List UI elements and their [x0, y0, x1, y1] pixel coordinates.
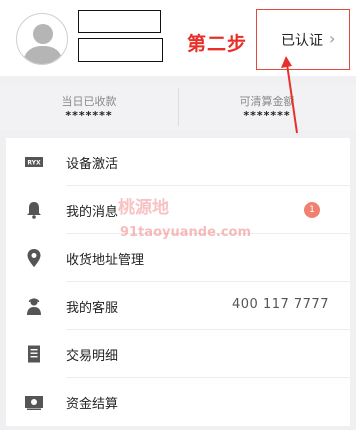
service-phone-number[interactable]: 400 117 7777: [232, 297, 329, 312]
avatar[interactable]: [16, 13, 68, 65]
chevron-right-icon: ›: [329, 29, 336, 48]
stat-value: *******: [243, 109, 291, 122]
redacted-name-box: [78, 10, 161, 33]
menu-item-device-activation[interactable]: RYX 设备激活: [6, 138, 350, 186]
verified-label: 已认证: [281, 33, 323, 49]
stat-caption: 可清算金额: [239, 95, 295, 108]
annotation-step-label: 第二步: [187, 33, 248, 55]
menu-item-transactions[interactable]: 交易明细: [6, 330, 350, 378]
menu-item-address[interactable]: 收货地址管理: [6, 234, 350, 282]
stat-value: *******: [65, 109, 113, 122]
stat-clearable-amount[interactable]: 可清算金额 *******: [178, 84, 356, 130]
profile-header: 第二步 已认证 ›: [0, 0, 356, 76]
menu-item-label: 资金结算: [66, 397, 119, 412]
menu-item-label: 设备激活: [66, 157, 119, 172]
menu-item-label: 收货地址管理: [66, 253, 145, 268]
menu-item-settlement[interactable]: 资金结算: [6, 378, 350, 426]
location-pin-icon: [27, 249, 41, 267]
watermark-text: 桃源地: [118, 198, 169, 218]
document-icon: [28, 345, 40, 363]
menu-list: RYX 设备激活 我的消息 1 收货地址管理 我的客服 400 117 7777: [6, 138, 350, 426]
svg-text:RYX: RYX: [27, 160, 41, 167]
unread-badge: 1: [304, 202, 320, 218]
menu-item-label: 我的消息: [66, 205, 119, 220]
menu-item-label: 交易明细: [66, 349, 119, 364]
bell-icon: [27, 202, 41, 219]
user-silhouette-icon: [23, 24, 63, 64]
cash-icon: [25, 396, 43, 410]
verified-status-button[interactable]: 已认证 ›: [256, 9, 350, 70]
stat-caption: 当日已收款: [61, 95, 117, 108]
stats-divider: [178, 88, 179, 126]
device-activation-icon: RYX: [25, 157, 43, 167]
customer-service-icon: [27, 298, 41, 315]
redacted-account-box: [78, 38, 163, 62]
watermark-url: 91taoyuande.com: [120, 225, 252, 240]
stat-today-received[interactable]: 当日已收款 *******: [0, 84, 178, 130]
menu-item-label: 我的客服: [66, 301, 119, 316]
menu-item-customer-service[interactable]: 我的客服 400 117 7777: [6, 282, 350, 330]
